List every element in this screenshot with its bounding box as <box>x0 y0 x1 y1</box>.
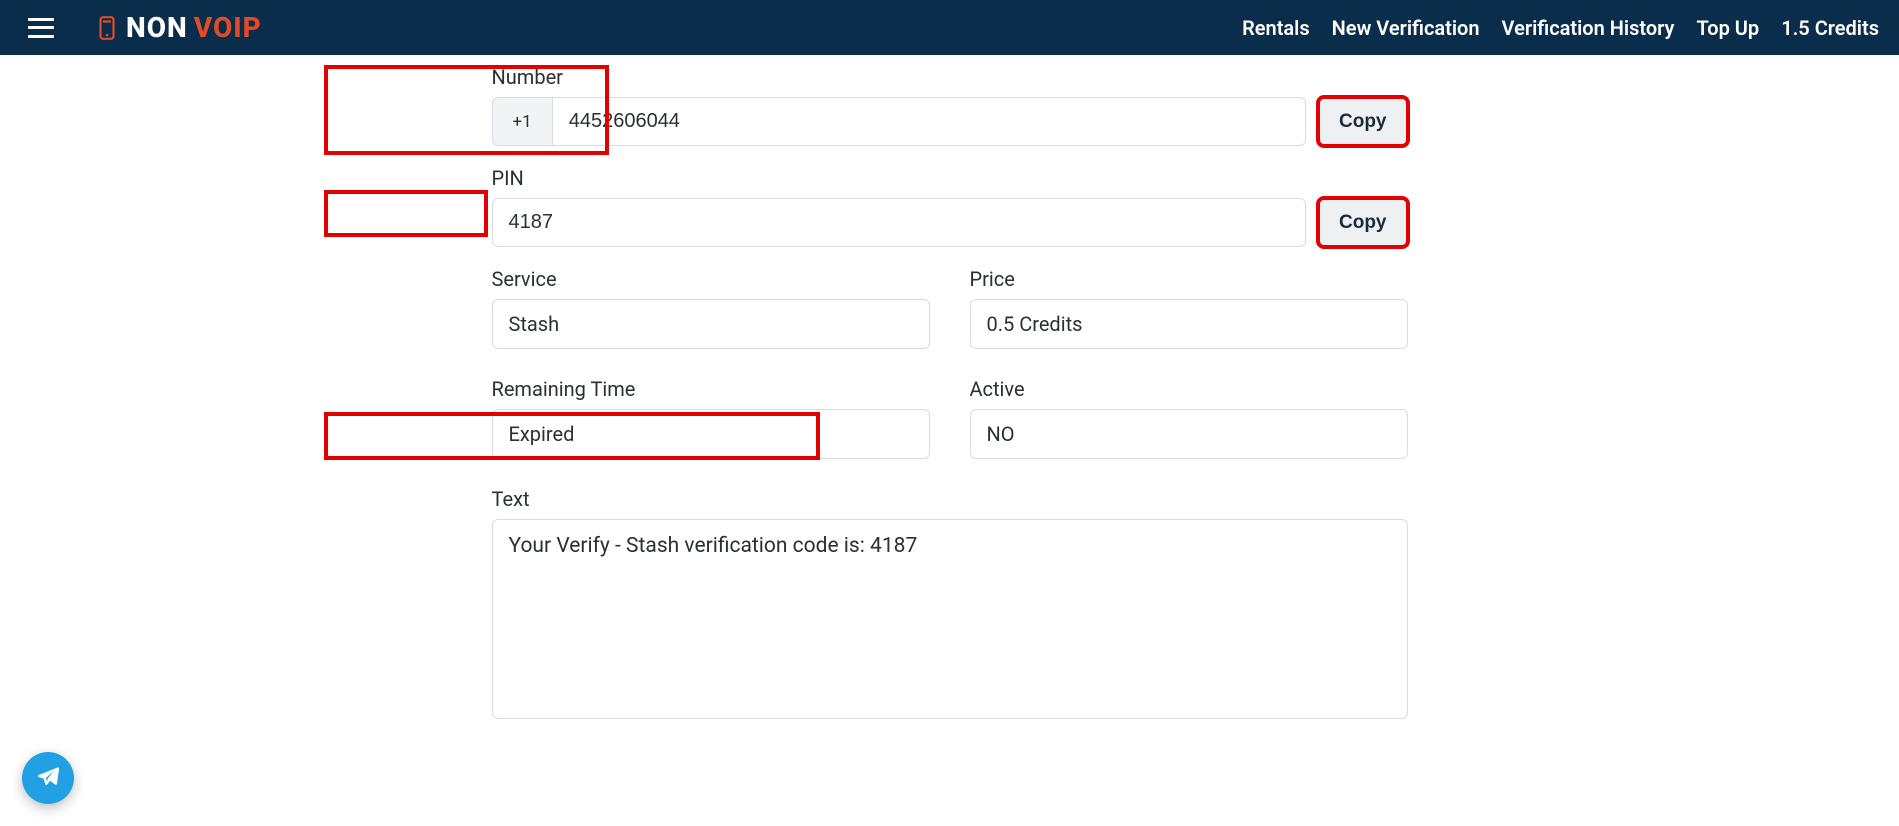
price-label: Price <box>970 267 1408 291</box>
price-value: 0.5 Credits <box>970 299 1408 349</box>
number-label: Number <box>492 65 1408 89</box>
number-input[interactable] <box>552 97 1306 146</box>
service-value: Stash <box>492 299 930 349</box>
nav-new-verification[interactable]: New Verification <box>1332 16 1480 40</box>
remaining-value: Expired <box>492 409 930 459</box>
nav-credits[interactable]: 1.5 Credits <box>1781 16 1879 40</box>
pin-label: PIN <box>492 166 1408 190</box>
text-content: Your Verify - Stash verification code is… <box>492 519 1408 719</box>
menu-toggle-button[interactable] <box>28 18 54 38</box>
active-value: NO <box>970 409 1408 459</box>
logo-text-voip: VOIP <box>194 11 262 44</box>
logo-text-non: NON <box>126 11 188 44</box>
text-label: Text <box>492 487 1408 511</box>
telegram-float-button[interactable] <box>22 752 74 804</box>
nav-verification-history[interactable]: Verification History <box>1502 16 1675 40</box>
nav-rentals[interactable]: Rentals <box>1242 16 1310 40</box>
number-prefix: +1 <box>492 97 552 146</box>
primary-nav: Rentals New Verification Verification Hi… <box>1242 16 1879 40</box>
copy-number-button[interactable]: Copy <box>1318 97 1408 146</box>
nav-top-up[interactable]: Top Up <box>1696 16 1759 40</box>
remaining-label: Remaining Time <box>492 377 930 401</box>
top-navbar: NON VOIP Rentals New Verification Verifi… <box>0 0 1899 55</box>
active-label: Active <box>970 377 1408 401</box>
pin-input-group <box>492 198 1307 247</box>
brand-logo[interactable]: NON VOIP <box>94 11 262 44</box>
phone-icon <box>94 15 120 41</box>
number-input-group: +1 <box>492 97 1307 146</box>
copy-pin-button[interactable]: Copy <box>1318 198 1408 247</box>
telegram-icon <box>36 764 60 792</box>
highlight-pin-box <box>324 190 488 237</box>
pin-input[interactable] <box>492 198 1307 247</box>
service-label: Service <box>492 267 930 291</box>
